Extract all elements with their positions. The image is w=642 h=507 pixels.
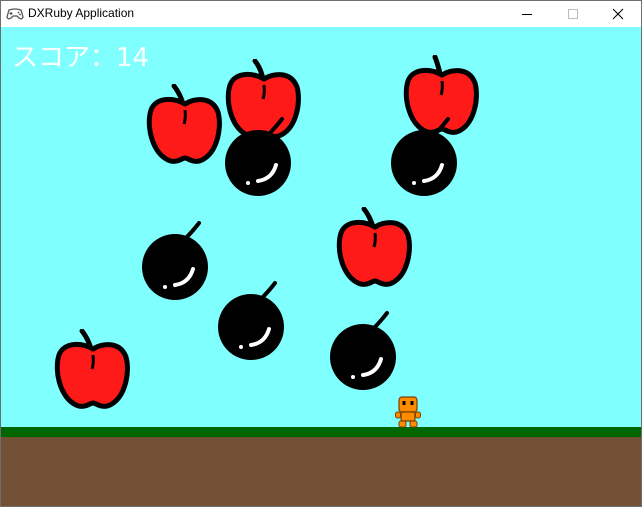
- maximize-icon: [568, 9, 578, 19]
- apple: [146, 84, 222, 164]
- apple: [54, 329, 130, 409]
- window-title: DXRuby Application: [28, 6, 135, 20]
- bomb: [330, 311, 396, 390]
- title-bar[interactable]: DXRuby Application: [1, 1, 641, 27]
- score-display: スコア：14: [12, 43, 150, 73]
- apple: [336, 207, 412, 287]
- close-icon: [612, 8, 624, 20]
- dirt-ground: [1, 437, 641, 506]
- bomb: [218, 281, 284, 360]
- bomb: [225, 117, 291, 196]
- app-window: DXRuby Application スコア：14: [0, 0, 642, 507]
- close-button[interactable]: [595, 1, 641, 27]
- minimize-button[interactable]: [504, 1, 550, 27]
- player-character: [395, 396, 421, 428]
- bomb: [391, 117, 457, 196]
- gamepad-icon: [6, 8, 24, 20]
- grass-strip: [1, 427, 641, 437]
- bomb: [142, 221, 208, 300]
- minimize-icon: [522, 14, 532, 15]
- game-canvas[interactable]: スコア：14: [1, 27, 641, 506]
- maximize-button[interactable]: [550, 1, 596, 27]
